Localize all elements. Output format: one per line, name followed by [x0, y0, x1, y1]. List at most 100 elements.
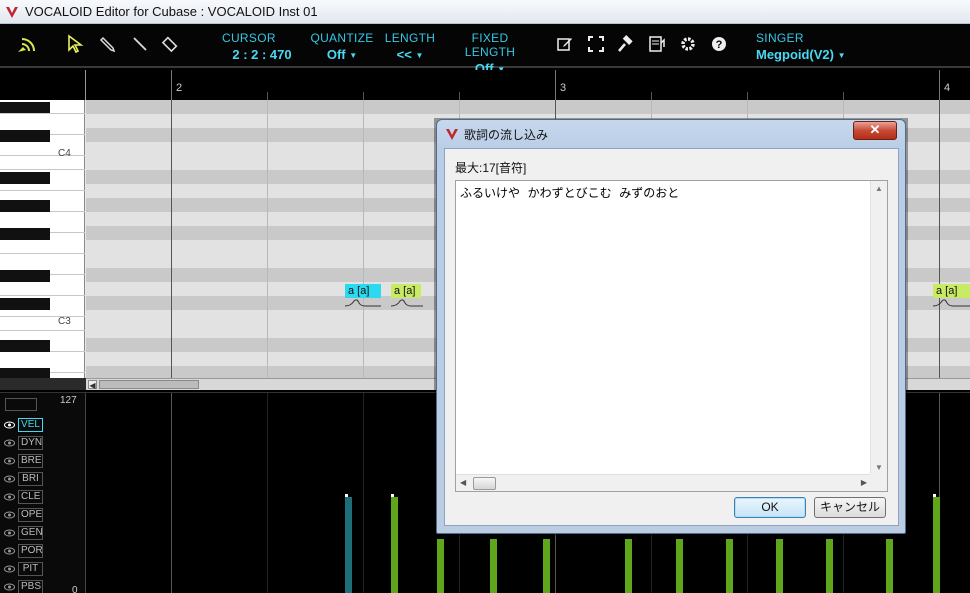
- length-value: <<: [396, 47, 412, 62]
- control-item-por[interactable]: POR: [4, 543, 43, 558]
- ruler-start-line: [85, 70, 86, 100]
- velocity-bar[interactable]: [726, 539, 733, 593]
- black-key[interactable]: [0, 102, 50, 113]
- connect-icon[interactable]: [14, 32, 38, 56]
- scrollbar-thumb[interactable]: [99, 380, 199, 389]
- note-block[interactable]: a [a]: [933, 284, 970, 298]
- eye-icon[interactable]: [4, 493, 15, 501]
- white-key[interactable]: [0, 156, 85, 170]
- black-key[interactable]: [0, 368, 50, 378]
- ruler-bar-4-line: [939, 70, 940, 100]
- scroll-left-icon[interactable]: ◀: [460, 478, 466, 487]
- black-key[interactable]: [0, 200, 50, 212]
- eye-icon[interactable]: [4, 565, 15, 573]
- black-key[interactable]: [0, 172, 50, 184]
- eye-icon[interactable]: [4, 439, 15, 447]
- scrollbar-thumb[interactable]: [473, 477, 496, 490]
- black-key[interactable]: [0, 270, 50, 282]
- velocity-bar[interactable]: [776, 539, 783, 593]
- grid-row: [86, 100, 970, 114]
- line-tool-icon[interactable]: [128, 32, 152, 56]
- piano-keyboard[interactable]: C4 C3: [0, 100, 85, 378]
- timeline-ruler[interactable]: 2 3 4: [0, 70, 970, 100]
- velocity-bar[interactable]: [933, 494, 940, 593]
- arrow-tool-icon[interactable]: [64, 32, 88, 56]
- eye-icon[interactable]: [4, 475, 15, 483]
- ruler-beat-tick: [363, 92, 364, 100]
- vocaloid-logo-icon: [446, 129, 458, 140]
- black-key[interactable]: [0, 340, 50, 352]
- velocity-bar[interactable]: [490, 539, 497, 593]
- control-item-pbs[interactable]: PBS: [4, 579, 43, 593]
- control-item-pit[interactable]: PIT: [4, 561, 43, 576]
- black-key[interactable]: [0, 298, 50, 310]
- velocity-handle[interactable]: [391, 494, 394, 497]
- quantize-label: QUANTIZE: [310, 31, 374, 45]
- velocity-bar[interactable]: [543, 539, 550, 593]
- control-item-bre[interactable]: BRE: [4, 453, 43, 468]
- pitch-curve: [345, 299, 381, 307]
- length-label: LENGTH: [384, 31, 436, 45]
- note-block[interactable]: a [a]: [345, 284, 381, 298]
- black-key[interactable]: [0, 228, 50, 240]
- cancel-button[interactable]: キャンセル: [814, 497, 886, 518]
- help-icon[interactable]: ?: [707, 32, 731, 56]
- quantize-dropdown[interactable]: Off ▼: [310, 47, 374, 62]
- velocity-bar[interactable]: [826, 539, 833, 593]
- velocity-bar[interactable]: [391, 494, 398, 593]
- singer-dropdown[interactable]: Megpoid(V2) ▼: [756, 47, 846, 62]
- close-button[interactable]: ✕: [853, 121, 897, 140]
- cursor-value[interactable]: 2 : 2 : 470: [222, 47, 302, 62]
- note-block[interactable]: a [a]: [391, 284, 421, 298]
- control-item-label: OPE: [18, 507, 43, 522]
- control-item-bri[interactable]: BRI: [4, 471, 43, 486]
- length-dropdown[interactable]: << ▼: [384, 47, 436, 62]
- scroll-up-icon[interactable]: ▲: [875, 184, 883, 193]
- velocity-bar[interactable]: [437, 539, 444, 593]
- control-item-dyn[interactable]: DYN: [4, 435, 43, 450]
- ok-button[interactable]: OK: [734, 497, 806, 518]
- velocity-handle[interactable]: [345, 494, 348, 497]
- scroll-down-icon[interactable]: ▼: [875, 463, 883, 472]
- eye-icon[interactable]: [4, 583, 15, 591]
- edit-icon[interactable]: [553, 32, 577, 56]
- control-value-box[interactable]: [5, 398, 37, 411]
- control-item-ope[interactable]: OPE: [4, 507, 43, 522]
- chevron-down-icon: ▼: [349, 51, 358, 61]
- scroll-left-icon[interactable]: ◀: [88, 380, 97, 390]
- white-key[interactable]: [0, 317, 85, 331]
- control-item-label: GEN: [18, 525, 43, 540]
- cursor-label: CURSOR: [222, 31, 276, 45]
- control-item-label: CLE: [18, 489, 43, 504]
- eraser-tool-icon[interactable]: [158, 32, 182, 56]
- score-icon[interactable]: [645, 32, 669, 56]
- hammer-icon[interactable]: [614, 32, 638, 56]
- textarea-vertical-scrollbar[interactable]: ▲ ▼: [870, 181, 887, 475]
- key-label-c3: C3: [58, 316, 71, 327]
- dialog-title-bar[interactable]: 歌詞の流し込み: [445, 125, 548, 143]
- control-item-gen[interactable]: GEN: [4, 525, 43, 540]
- control-item-cle[interactable]: CLE: [4, 489, 43, 504]
- fullscreen-icon[interactable]: [584, 32, 608, 56]
- vocaloid-editor-window: VOCALOID Editor for Cubase : VOCALOID In…: [0, 0, 970, 593]
- eye-icon[interactable]: [4, 547, 15, 555]
- control-item-label: VEL: [18, 417, 43, 432]
- velocity-handle[interactable]: [933, 494, 936, 497]
- settings-icon[interactable]: [676, 32, 700, 56]
- textarea-horizontal-scrollbar[interactable]: ◀ ▶: [456, 474, 871, 491]
- velocity-bar[interactable]: [676, 539, 683, 593]
- eye-icon[interactable]: [4, 457, 15, 465]
- control-item-label: POR: [18, 543, 43, 558]
- lyrics-textarea[interactable]: ふるいけや かわずとびこむ みずのおと ▲ ▼ ◀ ▶: [455, 180, 888, 492]
- pencil-tool-icon[interactable]: [96, 32, 120, 56]
- scroll-right-icon[interactable]: ▶: [861, 478, 867, 487]
- control-item-vel[interactable]: VEL: [4, 417, 43, 432]
- velocity-bar[interactable]: [345, 494, 352, 593]
- black-key[interactable]: [0, 130, 50, 142]
- eye-icon[interactable]: [4, 421, 15, 429]
- eye-icon[interactable]: [4, 529, 15, 537]
- eye-icon[interactable]: [4, 511, 15, 519]
- velocity-bar[interactable]: [625, 539, 632, 593]
- ruler-beat-tick: [843, 92, 844, 100]
- velocity-bar[interactable]: [886, 539, 893, 593]
